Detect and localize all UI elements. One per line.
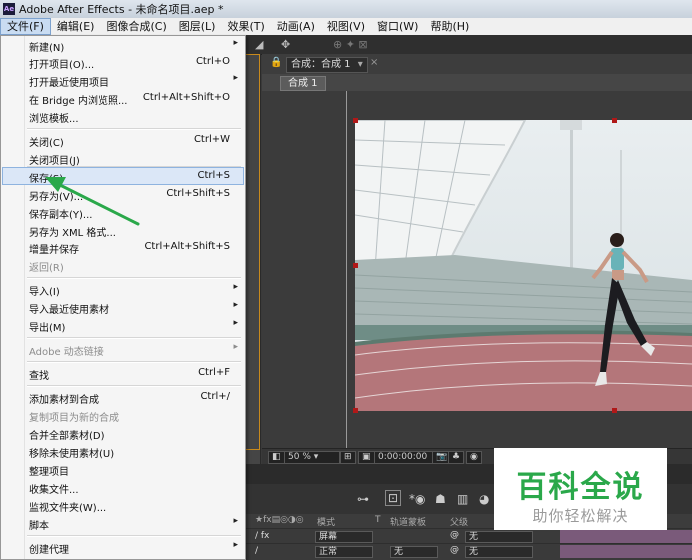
- watermark-title: 百科全说: [516, 470, 645, 505]
- watermark-logo: 百科全说 助你轻松解决: [494, 448, 667, 530]
- watermark-subtitle: 助你轻松解决: [532, 507, 629, 525]
